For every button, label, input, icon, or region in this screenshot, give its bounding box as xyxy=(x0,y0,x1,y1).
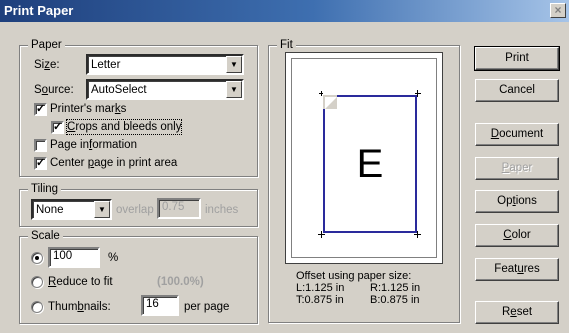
crop-mark-bl-v xyxy=(321,231,322,238)
source-label: Source: xyxy=(34,84,74,96)
paper-sheet: E xyxy=(323,95,417,233)
paper-button[interactable]: Paper xyxy=(475,157,559,180)
document-button[interactable]: Document xyxy=(475,123,559,146)
page-fold-icon xyxy=(323,95,337,109)
window-title: Print Paper xyxy=(4,3,74,18)
page-info-checkbox[interactable] xyxy=(34,139,47,152)
center-page-label[interactable]: Center page in print area xyxy=(50,156,177,170)
fit-legend: Fit xyxy=(277,38,296,52)
preview-letter: E xyxy=(356,142,384,186)
reduce-to-fit-value: (100.0%) xyxy=(157,276,204,288)
reduce-to-fit-radio[interactable] xyxy=(31,276,43,288)
tiling-legend: Tiling xyxy=(28,182,62,196)
options-button[interactable]: Options xyxy=(475,190,559,213)
color-button[interactable]: Color xyxy=(475,224,559,247)
size-select[interactable]: Letter ▼ xyxy=(86,54,244,75)
source-value: AutoSelect xyxy=(91,84,147,96)
cancel-button[interactable]: Cancel xyxy=(475,79,559,102)
size-label: Size: xyxy=(34,59,60,71)
crop-mark-br-v xyxy=(417,231,418,238)
offset-left: L:1.125 in xyxy=(296,282,345,294)
tiling-select[interactable]: None ▼ xyxy=(31,199,112,220)
offset-top: T:0.875 in xyxy=(296,294,344,306)
scale-percent-input[interactable]: 100 xyxy=(48,247,100,268)
printers-marks-checkbox[interactable]: ✓ xyxy=(34,103,47,116)
percent-symbol: % xyxy=(108,252,119,264)
close-icon[interactable]: × xyxy=(550,3,566,18)
offset-title: Offset using paper size: xyxy=(296,270,412,282)
crop-mark-tr xyxy=(415,93,421,94)
printable-area: E xyxy=(291,58,437,258)
page-info-label[interactable]: Page information xyxy=(50,138,137,152)
crops-bleeds-label[interactable]: Crops and bleeds only xyxy=(65,119,183,135)
crops-bleeds-checkbox[interactable]: ✓ xyxy=(51,121,64,134)
page-preview: E xyxy=(285,52,443,264)
crop-mark-tl-v xyxy=(321,91,322,96)
printers-marks-label[interactable]: Printer's marks xyxy=(50,102,126,116)
paper-legend: Paper xyxy=(28,38,65,52)
thumbnails-radio[interactable] xyxy=(31,301,43,313)
crop-mark-tr-v xyxy=(417,90,418,97)
thumbnails-input[interactable]: 16 xyxy=(141,295,179,316)
overlap-label: overlap xyxy=(116,204,154,216)
title-bar: Print Paper × xyxy=(0,0,569,22)
thumbnails-unit: per page xyxy=(184,301,230,313)
overlap-input[interactable]: 0.75 xyxy=(157,198,201,219)
size-value: Letter xyxy=(91,59,121,71)
tiling-value: None xyxy=(36,204,64,216)
offset-right: R:1.125 in xyxy=(370,282,421,294)
chevron-down-icon[interactable]: ▼ xyxy=(226,56,242,73)
print-button[interactable]: Print xyxy=(474,46,560,71)
reduce-to-fit-label[interactable]: Reduce to fit xyxy=(48,275,113,289)
reset-button[interactable]: Reset xyxy=(475,301,559,324)
scale-legend: Scale xyxy=(28,229,63,243)
chevron-down-icon[interactable]: ▼ xyxy=(226,81,242,98)
scale-percent-radio[interactable] xyxy=(31,252,43,264)
offset-bottom: B:0.875 in xyxy=(370,294,420,306)
center-page-checkbox[interactable]: ✓ xyxy=(34,157,47,170)
source-select[interactable]: AutoSelect ▼ xyxy=(86,79,244,100)
overlap-unit: inches xyxy=(205,204,239,216)
chevron-down-icon[interactable]: ▼ xyxy=(94,201,110,218)
thumbnails-label[interactable]: Thumbnails: xyxy=(48,300,111,314)
features-button[interactable]: Features xyxy=(475,258,559,281)
